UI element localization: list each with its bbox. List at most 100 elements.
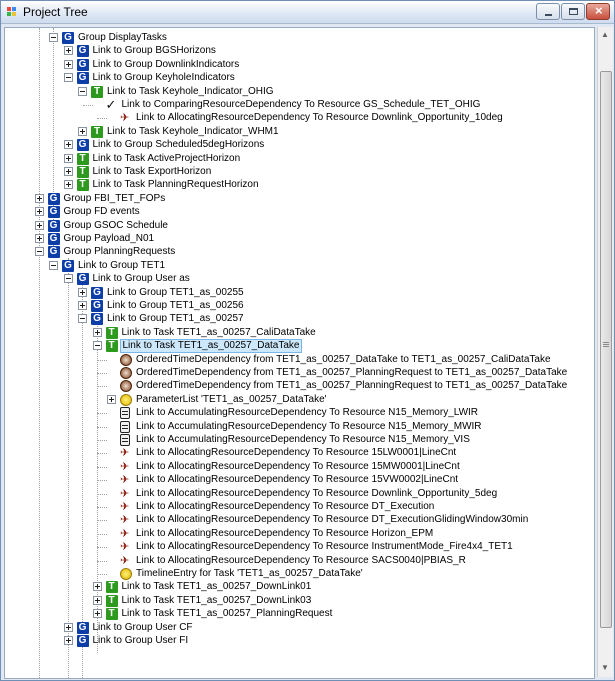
tree-node-label[interactable]: Link to ComparingResourceDependency To R… [120,98,483,112]
tree-node-label[interactable]: OrderedTimeDependency from TET1_as_00257… [134,353,553,367]
tree-node-label[interactable]: Group Payload_N01 [62,232,157,246]
tree-node-label[interactable]: Link to Task Keyhole_Indicator_WHM1 [105,125,281,139]
expand-icon[interactable] [34,207,44,217]
tree-node[interactable]: ✈ Link to AllocatingResourceDependency To… [5,540,590,554]
tree-node[interactable]: OrderedTimeDependency from TET1_as_00257… [5,353,590,367]
tree-node-label[interactable]: Link to AllocatingResourceDependency To … [134,540,515,554]
tree-node[interactable]: T Link to Task TET1_as_00257_DownLink01 [5,580,590,594]
tree-node-label[interactable]: Group FD events [62,205,142,219]
title-bar[interactable]: Project Tree × [1,1,614,24]
tree-node-label[interactable]: Link to Group TET1_as_00257 [105,312,246,326]
tree-node[interactable]: T Link to Task Keyhole_Indicator_OHIG [5,85,590,99]
expand-icon[interactable] [78,301,87,310]
tree-node[interactable]: ✈ Link to AllocatingResourceDependency To… [5,527,590,541]
expand-icon[interactable] [63,180,73,190]
expand-icon[interactable] [63,46,73,56]
tree-node-label[interactable]: Link to Group KeyholeIndicators [91,71,237,85]
expand-icon[interactable] [63,59,73,69]
tree-node-label[interactable]: Group FBI_TET_FOPs [62,192,168,206]
tree-node-label[interactable]: Link to Group DownlinkIndicators [91,58,242,72]
tree-node-label[interactable]: Link to AllocatingResourceDependency To … [134,111,505,125]
collapse-icon[interactable] [92,341,102,351]
tree-node-label[interactable]: Link to AllocatingResourceDependency To … [134,446,458,460]
tree-node[interactable]: G Group PlanningRequests [5,245,590,259]
tree-node[interactable]: ✈ Link to AllocatingResourceDependency To… [5,446,590,460]
tree-node-label[interactable]: Link to AllocatingResourceDependency To … [134,487,499,501]
tree-node-label[interactable]: Group PlanningRequests [62,245,178,259]
tree-node[interactable]: G Link to Group Scheduled5degHorizons [5,138,590,152]
expand-icon[interactable] [34,234,44,243]
tree-node-label[interactable]: ParameterList 'TET1_as_00257_DataTake' [134,393,329,407]
tree-node[interactable]: ✓ Link to ComparingResourceDependency To … [5,98,590,112]
tree-node[interactable]: T Link to Task ExportHorizon [5,165,590,179]
close-button[interactable]: × [586,3,610,20]
tree-node-label[interactable]: Link to Group TET1_as_00255 [105,286,246,300]
tree-node-label[interactable]: Link to Group TET1_as_00256 [105,299,246,313]
scroll-down-icon[interactable]: ▼ [601,663,609,672]
tree-node[interactable]: TimelineEntry for Task 'TET1_as_00257_Da… [5,567,590,581]
tree-node-label[interactable]: OrderedTimeDependency from TET1_as_00257… [134,379,569,393]
tree-node-label[interactable]: Link to AllocatingResourceDependency To … [134,554,468,568]
tree-node[interactable]: Link to AccumulatingResourceDependency T… [5,433,590,447]
tree-node[interactable]: ✈ Link to AllocatingResourceDependency To… [5,500,590,514]
tree-node-label[interactable]: Link to AccumulatingResourceDependency T… [134,406,480,420]
tree-node[interactable]: T Link to Task ActiveProjectHorizon [5,152,590,166]
tree-node-label[interactable]: Link to AccumulatingResourceDependency T… [134,420,484,434]
collapse-icon[interactable] [34,247,44,257]
expand-icon[interactable] [92,582,102,592]
tree-node-label[interactable]: Link to Group User CF [91,621,195,635]
tree-node-label[interactable]: Link to AllocatingResourceDependency To … [134,527,435,541]
tree-node-label[interactable]: Link to Group User FI [91,634,191,648]
tree-node-label[interactable]: Link to AccumulatingResourceDependency T… [134,433,472,447]
tree-node[interactable]: G Link to Group TET1_as_00255 [5,286,590,300]
tree-node[interactable]: G Group Payload_N01 [5,232,590,246]
tree-node[interactable]: ParameterList 'TET1_as_00257_DataTake' [5,393,590,407]
tree-node-label[interactable]: OrderedTimeDependency from TET1_as_00257… [134,366,569,380]
tree-node-label[interactable]: Link to Task TET1_as_00257_PlanningReque… [120,607,335,621]
tree-node[interactable]: Link to AccumulatingResourceDependency T… [5,420,590,434]
tree-node-label[interactable]: Link to AllocatingResourceDependency To … [134,460,462,474]
tree-node-label[interactable]: Link to Group TET1 [76,259,167,273]
tree-node[interactable]: G Link to Group User FI [5,634,590,648]
expand-icon[interactable] [63,636,73,645]
expand-icon[interactable] [78,287,87,297]
expand-icon[interactable] [34,220,44,230]
tree-node[interactable]: G Group FBI_TET_FOPs [5,192,590,206]
tree-node[interactable]: G Link to Group User CF [5,621,590,635]
tree-node-label[interactable]: Link to Task Keyhole_Indicator_OHIG [105,85,276,99]
tree-node-label[interactable]: TimelineEntry for Task 'TET1_as_00257_Da… [134,567,365,581]
collapse-icon[interactable] [49,260,58,270]
tree-node[interactable]: G Link to Group TET1_as_00257 [5,312,590,326]
tree-node-label[interactable]: Link to AllocatingResourceDependency To … [134,513,530,527]
tree-node[interactable]: Link to AccumulatingResourceDependency T… [5,406,590,420]
tree-node[interactable]: OrderedTimeDependency from TET1_as_00257… [5,366,590,380]
tree-node[interactable]: G Group DisplayTasks [5,31,590,45]
tree-node-label[interactable]: Link to AllocatingResourceDependency To … [134,500,436,514]
expand-icon[interactable] [63,622,73,632]
collapse-icon[interactable] [78,86,87,96]
tree-node[interactable]: G Link to Group KeyholeIndicators [5,71,590,85]
tree-node[interactable]: T Link to Task TET1_as_00257_DataTake [5,339,590,354]
tree-node[interactable]: G Link to Group User as [5,272,590,286]
tree-node[interactable]: ✈ Link to AllocatingResourceDependency To… [5,473,590,487]
tree-node-label[interactable]: Link to Group Scheduled5degHorizons [91,138,267,152]
scroll-thumb[interactable] [600,71,612,628]
tree-node-label[interactable]: Link to AllocatingResourceDependency To … [134,473,460,487]
expand-icon[interactable] [78,126,87,136]
tree-node[interactable]: ✈ Link to AllocatingResourceDependency To… [5,460,590,474]
minimize-button[interactable] [536,3,560,20]
expand-icon[interactable] [92,327,102,337]
tree-node[interactable]: G Link to Group DownlinkIndicators [5,58,590,72]
tree-node-label[interactable]: Group GSOC Schedule [62,219,171,233]
tree-node[interactable]: ✈ Link to AllocatingResourceDependency To… [5,554,590,568]
tree-node-label[interactable]: Link to Group User as [91,272,192,286]
tree-node[interactable]: G Link to Group BGSHorizons [5,44,590,58]
tree-node[interactable]: G Group GSOC Schedule [5,219,590,233]
tree-node-label[interactable]: Link to Task TET1_as_00257_CaliDataTake [120,326,318,340]
collapse-icon[interactable] [49,33,58,42]
collapse-icon[interactable] [63,73,73,83]
expand-icon[interactable] [63,140,73,150]
tree-node-label[interactable]: Link to Task ExportHorizon [91,165,214,179]
tree-node[interactable]: G Link to Group TET1_as_00256 [5,299,590,313]
tree-node-label[interactable]: Link to Task ActiveProjectHorizon [91,152,243,166]
